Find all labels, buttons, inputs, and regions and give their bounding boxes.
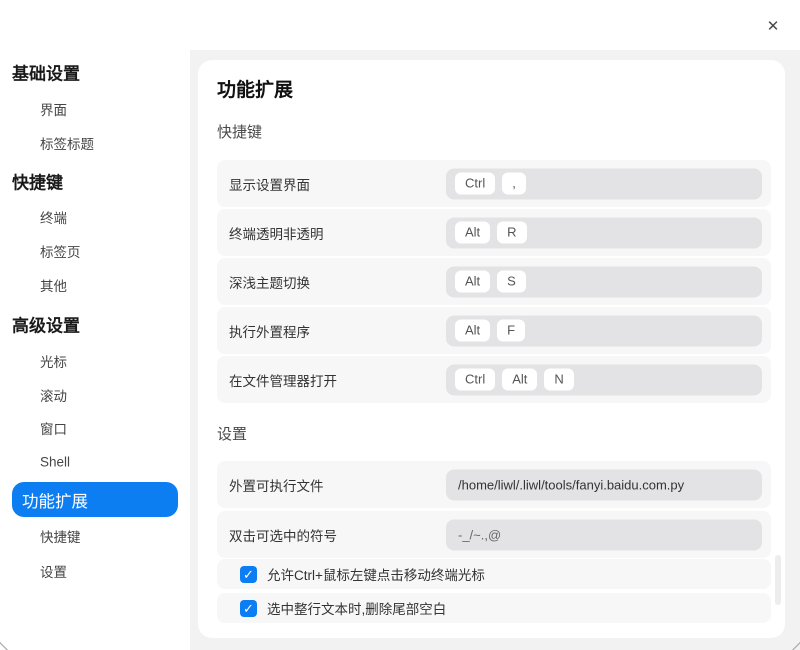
sidebar-item-window[interactable]: 窗口 [40, 418, 67, 438]
shortcut-row: 执行外置程序 Alt F [217, 307, 771, 354]
main-backdrop: 功能扩展 快捷键 显示设置界面 Ctrl , 终端透明非透明 Alt R 深浅主… [190, 50, 800, 650]
settings-window: { "icons": { "close": "✕", "check": "✓" … [0, 0, 800, 650]
settings-panel: 功能扩展 快捷键 显示设置界面 Ctrl , 终端透明非透明 Alt R 深浅主… [198, 60, 785, 638]
sidebar-item-shell[interactable]: Shell [40, 455, 70, 470]
sidebar-item-scroll[interactable]: 滚动 [40, 385, 67, 405]
shortcut-label: 终端透明非透明 [229, 226, 324, 242]
page-title: 功能扩展 [217, 80, 294, 101]
sidebar-header-basic-settings: 基础设置 [12, 64, 80, 84]
shortcut-row: 在文件管理器打开 Ctrl Alt N [217, 356, 771, 403]
shortcut-input[interactable]: Alt F [446, 315, 762, 346]
shortcut-input[interactable]: Ctrl Alt N [446, 364, 762, 395]
shortcut-label: 深浅主题切换 [229, 275, 310, 291]
sidebar-item-tab-title[interactable]: 标签标题 [40, 133, 94, 153]
sidebar-item-other[interactable]: 其他 [40, 275, 67, 295]
shortcut-row: 终端透明非透明 Alt R [217, 209, 771, 256]
executable-path-input[interactable]: /home/liwl/.liwl/tools/fanyi.baidu.com.p… [446, 469, 762, 500]
checkbox-row: ✓ 允许Ctrl+鼠标左键点击移动终端光标 [217, 559, 771, 589]
executable-path-value: /home/liwl/.liwl/tools/fanyi.baidu.com.p… [458, 477, 685, 492]
sidebar-item-cursor[interactable]: 光标 [40, 351, 67, 371]
checkbox-checked[interactable]: ✓ [240, 599, 257, 617]
checkbox-label: 选中整行文本时,删除尾部空白 [267, 602, 447, 617]
key-chip: , [502, 172, 526, 195]
key-chip: N [544, 368, 574, 391]
check-icon: ✓ [243, 566, 254, 582]
shortcut-label: 执行外置程序 [229, 324, 310, 340]
checkbox-checked[interactable]: ✓ [240, 565, 257, 583]
key-chip: R [497, 221, 527, 244]
check-icon: ✓ [243, 600, 254, 616]
setting-row: 外置可执行文件 /home/liwl/.liwl/tools/fanyi.bai… [217, 461, 771, 508]
key-chip: Alt [455, 270, 491, 293]
shortcut-label: 在文件管理器打开 [229, 373, 337, 389]
shortcut-label: 显示设置界面 [229, 177, 310, 193]
checkbox-row: ✓ 选中整行文本时,删除尾部空白 [217, 593, 771, 623]
sidebar-item-shortcut-keys[interactable]: 快捷键 [40, 526, 81, 546]
setting-row: 双击可选中的符号 -_/~.,@ [217, 511, 771, 558]
key-chip: F [497, 319, 526, 342]
double-click-symbols-input[interactable]: -_/~.,@ [446, 519, 762, 550]
section-title-settings: 设置 [217, 426, 248, 443]
sidebar-selected-label: 功能扩展 [22, 492, 88, 511]
checkbox-label: 允许Ctrl+鼠标左键点击移动终端光标 [267, 568, 485, 583]
shortcut-input[interactable]: Alt R [446, 217, 762, 248]
sidebar-item-settings[interactable]: 设置 [40, 561, 67, 581]
close-button[interactable]: ✕ [762, 15, 784, 37]
sidebar-item-tab-page[interactable]: 标签页 [40, 241, 81, 261]
double-click-symbols-value: -_/~.,@ [458, 527, 502, 542]
sidebar-header-advanced-settings: 高级设置 [12, 316, 80, 336]
shortcut-input[interactable]: Ctrl , [446, 168, 762, 199]
key-chip: Alt [455, 319, 491, 342]
scrollbar-thumb[interactable] [775, 555, 781, 605]
close-icon: ✕ [766, 18, 780, 35]
resize-grip-bottom-right[interactable] [789, 639, 800, 650]
sidebar-item-interface[interactable]: 界面 [40, 99, 67, 119]
section-title-shortcuts: 快捷键 [217, 124, 263, 141]
shortcut-input[interactable]: Alt S [446, 266, 762, 297]
key-chip: Ctrl [455, 172, 496, 195]
sidebar-header-shortcuts: 快捷键 [12, 173, 63, 193]
sidebar-item-terminal[interactable]: 终端 [40, 207, 67, 227]
setting-label: 外置可执行文件 [229, 478, 324, 494]
setting-label: 双击可选中的符号 [229, 528, 337, 544]
sidebar-item-feature-extensions-selected[interactable]: 功能扩展 [12, 482, 178, 517]
key-chip: Alt [502, 368, 538, 391]
shortcut-row: 显示设置界面 Ctrl , [217, 160, 771, 207]
shortcut-row: 深浅主题切换 Alt S [217, 258, 771, 305]
key-chip: Alt [455, 221, 491, 244]
sidebar: 基础设置 界面 标签标题 快捷键 终端 标签页 其他 高级设置 光标 滚动 窗口… [0, 0, 190, 650]
key-chip: S [497, 270, 526, 293]
resize-grip-bottom-left[interactable] [0, 639, 11, 650]
key-chip: Ctrl [455, 368, 496, 391]
